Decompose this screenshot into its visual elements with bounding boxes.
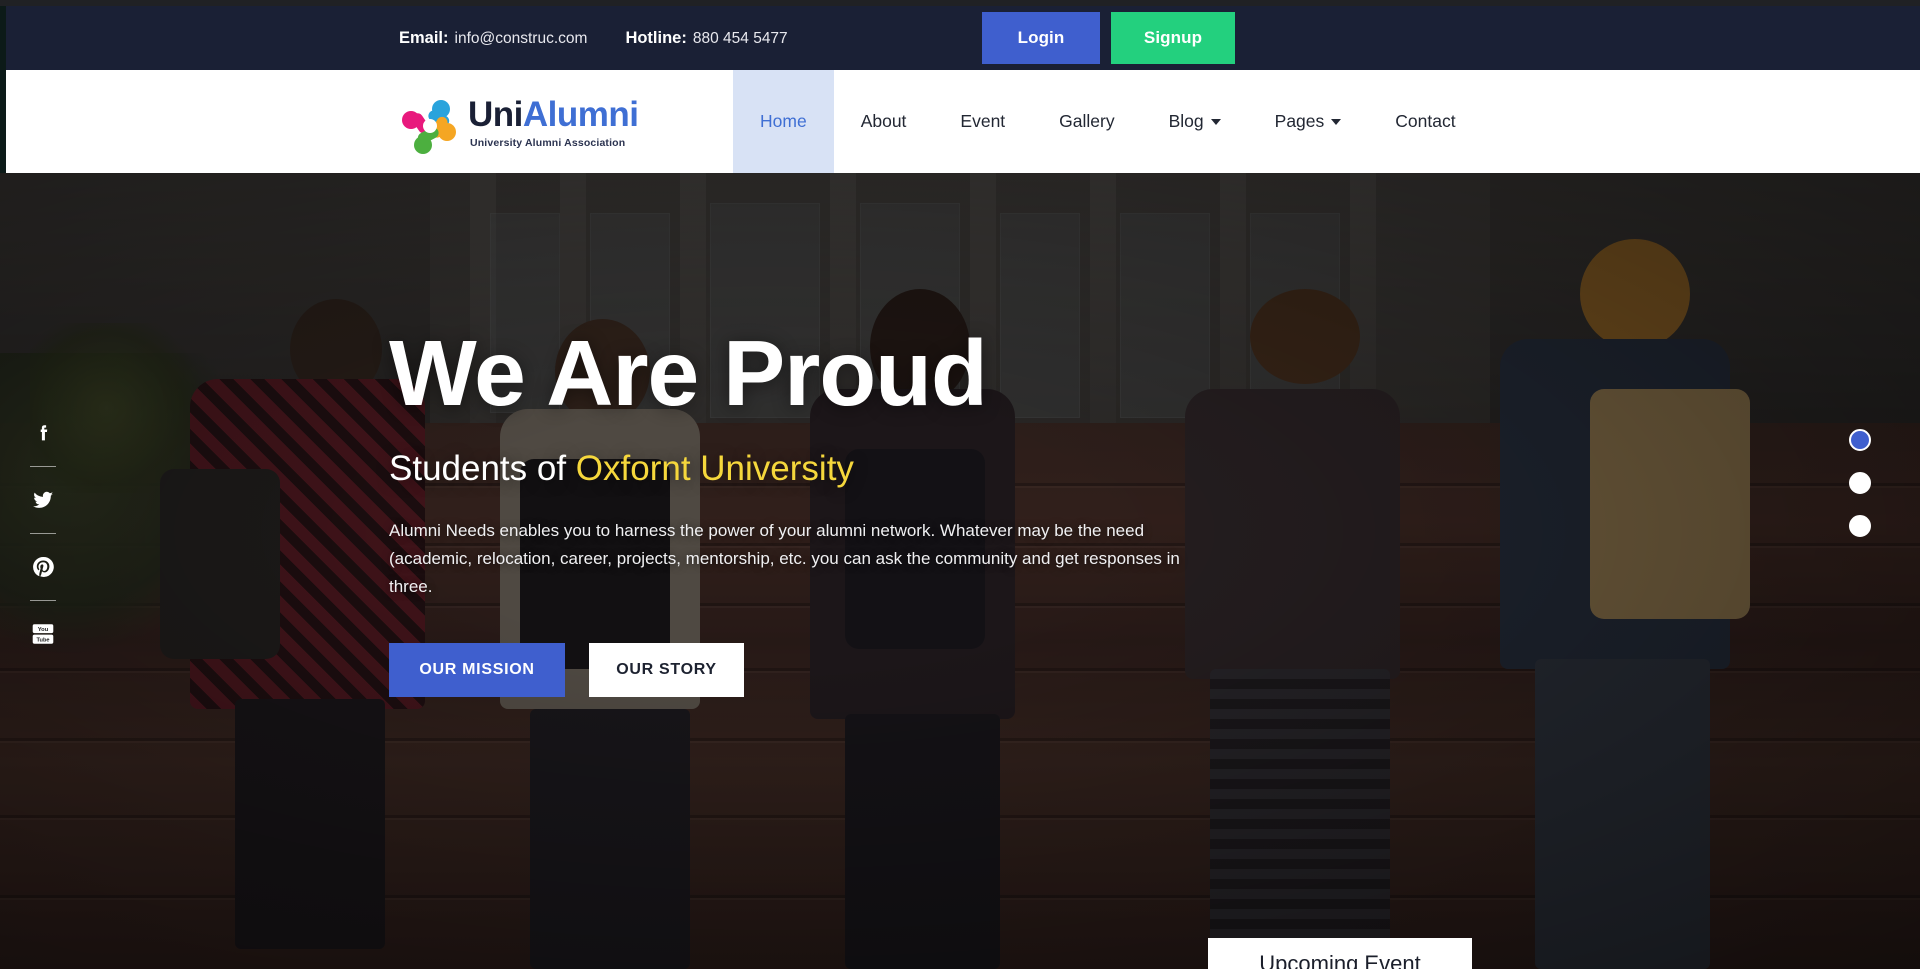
twitter-icon[interactable] (26, 483, 60, 517)
divider (30, 466, 56, 467)
hero-paragraph: Alumni Needs enables you to harness the … (389, 521, 1180, 597)
hotline-label: Hotline: (625, 28, 687, 47)
main-navigation-bar: UniAlumni University Alumni Association … (0, 70, 1920, 173)
our-mission-button[interactable]: OUR MISSION (389, 643, 565, 698)
hero-content: We Are Proud Students of Oxfornt Univers… (389, 321, 1229, 698)
youtube-icon[interactable]: You Tube (26, 617, 60, 651)
browser-chrome-strip (0, 0, 1920, 6)
chevron-down-icon (1331, 118, 1342, 125)
hotline-contact: Hotline: 880 454 5477 (625, 29, 787, 48)
hero-cta-group: OUR MISSION OUR STORY (389, 643, 1229, 698)
nav-item-gallery[interactable]: Gallery (1032, 70, 1141, 173)
contact-info: Email: info@construc.com Hotline: 880 45… (399, 6, 788, 70)
slider-dot-3[interactable] (1849, 515, 1871, 537)
people-group-logo-icon (398, 92, 460, 154)
upcoming-event-label: Upcoming Event (1259, 951, 1421, 969)
logo-word-first: Uni (468, 95, 523, 134)
nav-label-contact: Contact (1395, 111, 1456, 131)
divider (30, 533, 56, 534)
social-links-rail: You Tube (26, 416, 60, 651)
hero-subtitle-accent: Oxfornt University (575, 449, 854, 489)
our-story-button[interactable]: OUR STORY (589, 643, 744, 698)
nav-label-about: About (860, 111, 907, 131)
site-logo[interactable]: UniAlumni University Alumni Association (398, 92, 639, 154)
nav-item-blog[interactable]: Blog (1142, 70, 1248, 173)
nav-label-pages: Pages (1274, 111, 1325, 131)
svg-text:Tube: Tube (36, 638, 49, 644)
hero-slider: You Tube We Are Proud Students of Oxforn… (0, 173, 1920, 969)
top-bar: Email: info@construc.com Hotline: 880 45… (0, 6, 1920, 70)
slider-dot-1[interactable] (1849, 429, 1871, 451)
upcoming-event-tab[interactable]: Upcoming Event (1208, 938, 1472, 969)
email-value[interactable]: info@construc.com (455, 30, 588, 48)
pinterest-icon[interactable] (26, 550, 60, 584)
logo-tagline: University Alumni Association (470, 137, 626, 149)
email-contact: Email: info@construc.com (399, 29, 587, 48)
nav-item-event[interactable]: Event (933, 70, 1032, 173)
facebook-icon[interactable] (26, 416, 60, 450)
signup-button[interactable]: Signup (1111, 12, 1235, 64)
nav-item-pages[interactable]: Pages (1248, 70, 1369, 173)
logo-word-second: Alumni (522, 95, 639, 134)
hero-subtitle: Students of Oxfornt University (389, 449, 1229, 489)
login-button[interactable]: Login (982, 12, 1100, 64)
page-root: Email: info@construc.com Hotline: 880 45… (0, 0, 1920, 969)
slider-dot-2[interactable] (1849, 472, 1871, 494)
email-label: Email: (399, 28, 449, 47)
left-edge-strip (0, 6, 6, 173)
hero-subtitle-lead: Students of (389, 449, 576, 489)
nav-label-event: Event (960, 111, 1006, 131)
nav-item-home[interactable]: Home (733, 70, 834, 173)
logo-wordmark: UniAlumni (468, 97, 639, 132)
chevron-down-icon (1210, 118, 1221, 125)
primary-nav: Home About Event Gallery Blog Pages Cont… (733, 70, 1483, 173)
nav-item-contact[interactable]: Contact (1368, 70, 1482, 173)
hero-title: We Are Proud (389, 321, 988, 425)
nav-label-home: Home (760, 111, 807, 131)
divider (30, 600, 56, 601)
svg-text:You: You (38, 627, 49, 633)
slider-pagination (1849, 429, 1871, 537)
hotline-value[interactable]: 880 454 5477 (693, 30, 788, 48)
nav-item-about[interactable]: About (834, 70, 934, 173)
nav-label-gallery: Gallery (1059, 111, 1115, 131)
auth-actions: Login Signup (982, 12, 1235, 64)
nav-label-blog: Blog (1168, 111, 1204, 131)
